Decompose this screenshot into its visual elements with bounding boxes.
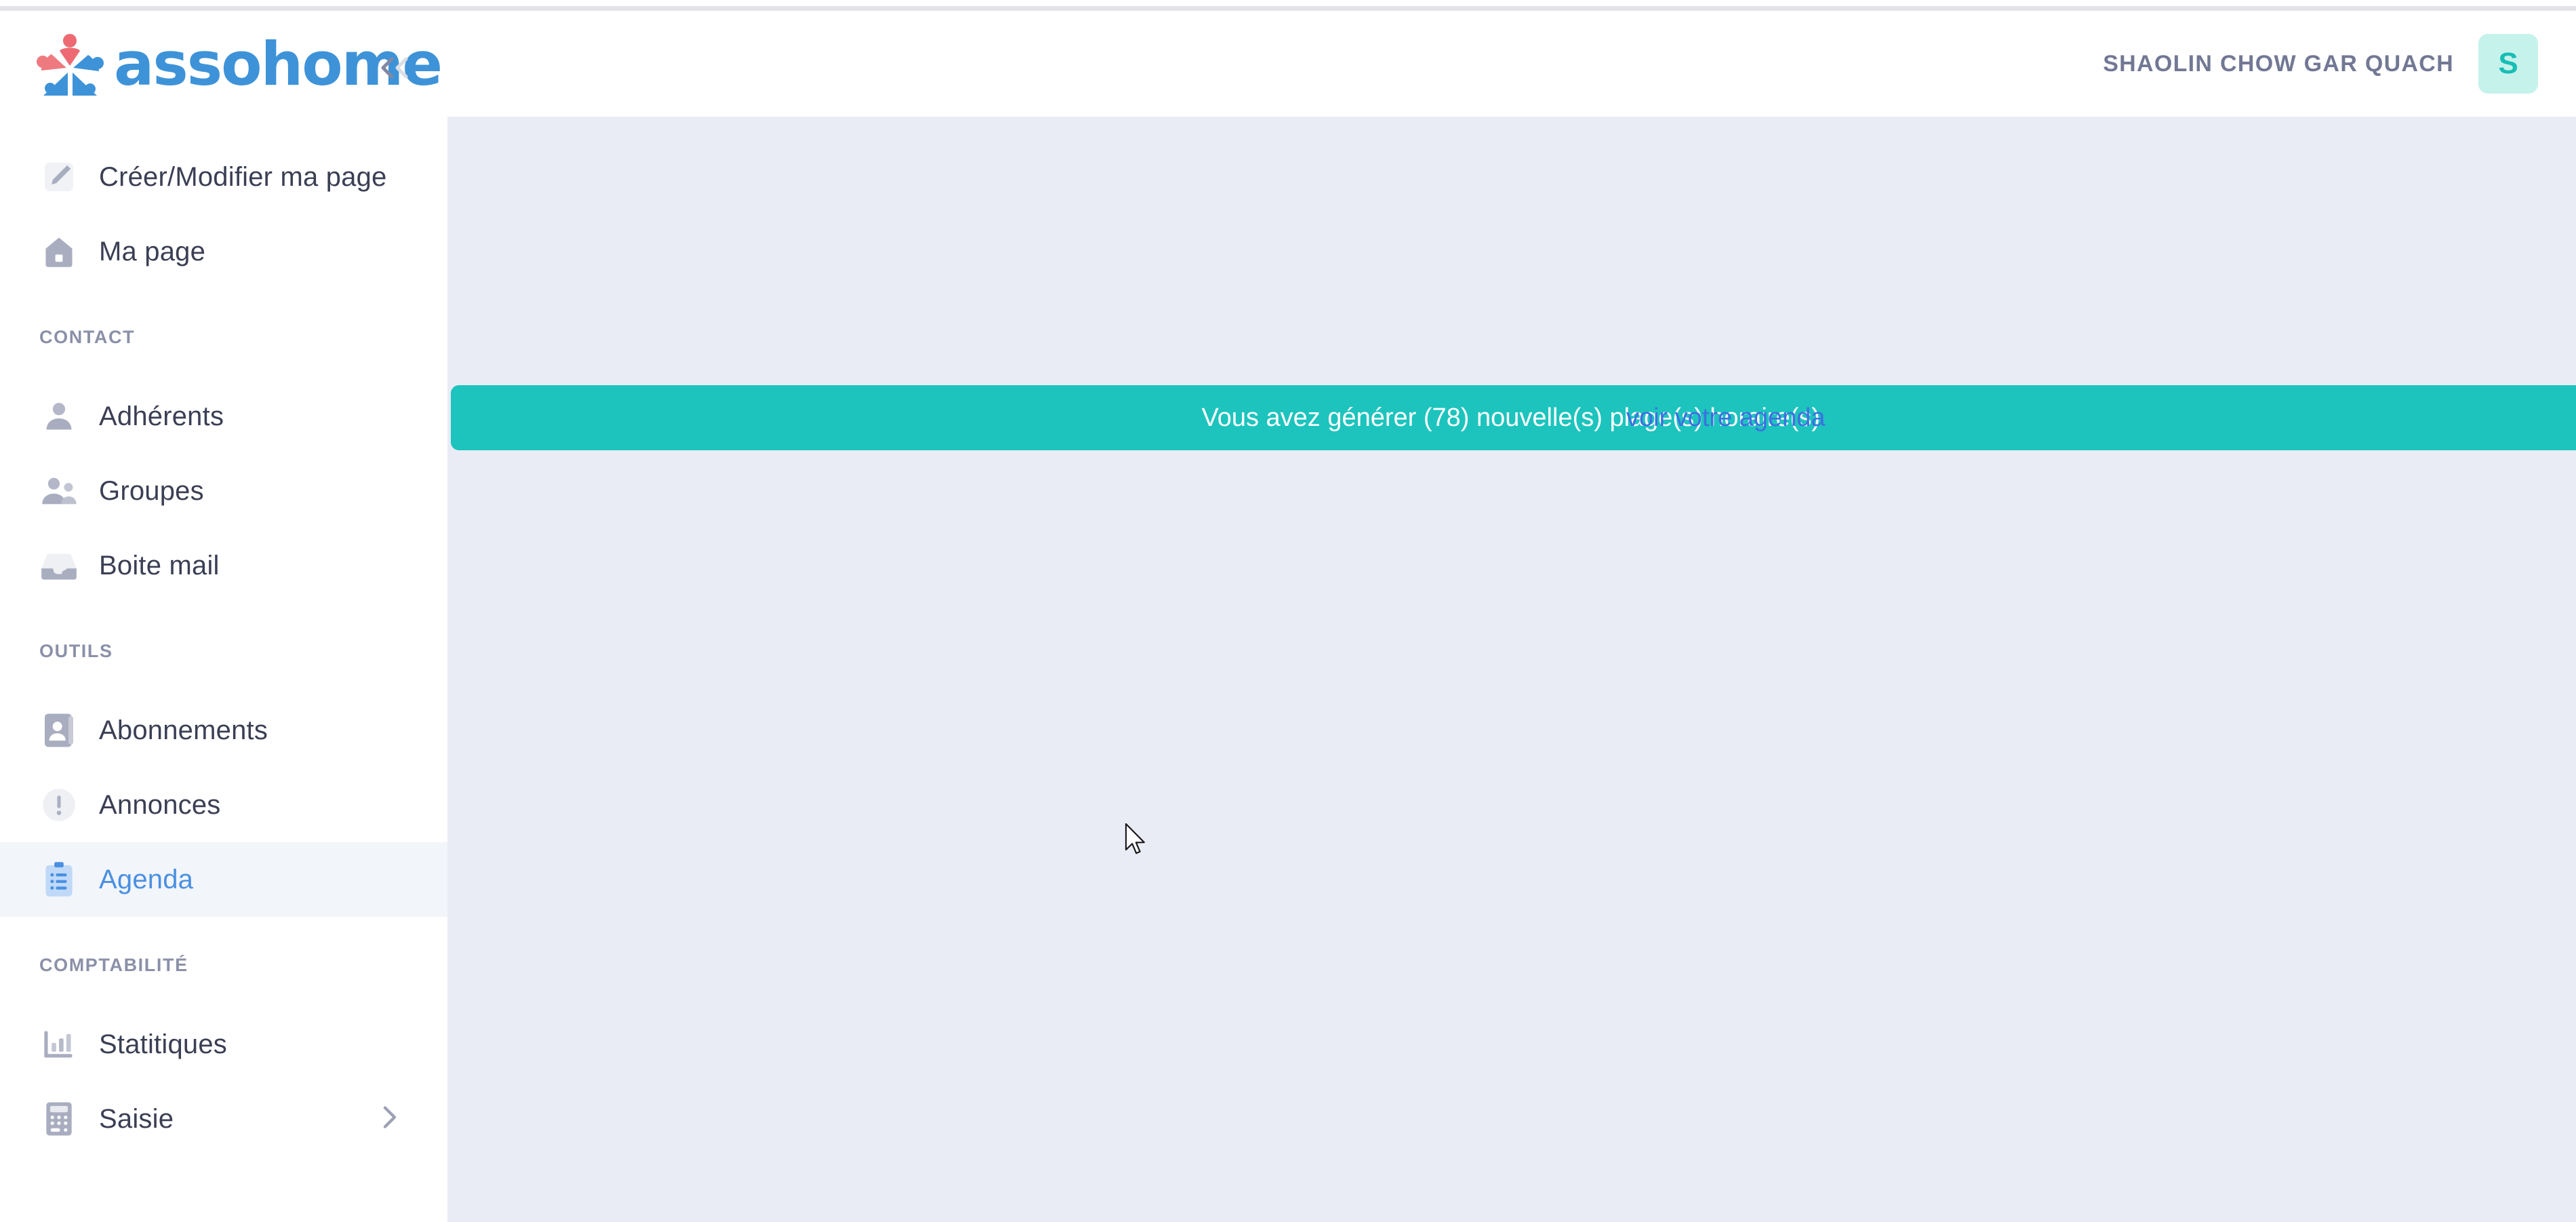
pencil-square-icon [38,156,80,198]
chevron-right-icon[interactable] [381,1104,399,1135]
sidebar-item-groupes[interactable]: Groupes [0,454,447,528]
sidebar-item-label: Statitiques [99,1029,227,1060]
avatar[interactable]: S [2478,34,2538,94]
account-name: SHAOLIN CHOW GAR QUACH [2103,51,2454,77]
bar-chart-icon [38,1023,80,1065]
sidebar-item-label: Agenda [99,865,193,895]
sidebar-item-saisie[interactable]: Saisie [0,1082,447,1156]
sidebar-item-label: Annonces [99,790,221,821]
sidebar-section-outils: OUTILS [0,641,447,662]
main-content: Vous avez générer (78) nouvelle(s) plage… [447,117,2576,1222]
top-header: SHAOLIN CHOW GAR QUACH S [447,11,2576,117]
sidebar-item-annonces[interactable]: Annonces [0,768,447,842]
sidebar-item-label: Ma page [99,237,205,267]
browser-chrome-edge [0,0,2576,6]
sidebar-item-creer-modifier-ma-page[interactable]: Créer/Modifier ma page [0,140,447,214]
view-agenda-link[interactable]: voir votre agenda [1626,403,1826,433]
sidebar-item-adherents[interactable]: Adhérents [0,379,447,454]
sidebar: assohome Créer/Modifier ma page [0,11,447,1222]
sidebar-item-statitiques[interactable]: Statitiques [0,1007,447,1082]
exclamation-circle-icon [38,784,80,826]
sidebar-nav: Créer/Modifier ma page Ma page CONTACT [0,140,447,1156]
sidebar-section-contact: CONTACT [0,327,447,348]
sidebar-item-label: Groupes [99,476,204,507]
person-icon [38,395,80,437]
sidebar-item-label: Saisie [99,1104,174,1135]
sidebar-collapse-button[interactable] [371,46,419,90]
clipboard-list-icon [38,859,80,901]
sidebar-item-agenda[interactable]: Agenda [0,842,447,917]
calculator-icon [38,1098,80,1140]
sidebar-item-label: Créer/Modifier ma page [99,162,387,193]
sidebar-item-boite-mail[interactable]: Boite mail [0,528,447,603]
assohome-people-logo-icon [33,32,107,97]
sidebar-section-comptabilite: COMPTABILITÉ [0,955,447,976]
inbox-tray-icon [38,545,80,587]
notification-banner: Vous avez générer (78) nouvelle(s) plage… [451,385,2576,450]
sidebar-item-label: Adhérents [99,401,224,432]
people-group-icon [38,470,80,512]
sidebar-item-abonnements[interactable]: Abonnements [0,693,447,768]
sidebar-item-ma-page[interactable]: Ma page [0,214,447,289]
home-icon [38,231,80,273]
double-chevron-left-icon [376,52,415,83]
app-root: assohome Créer/Modifier ma page [0,0,2576,1222]
contact-card-icon [38,709,80,751]
sidebar-item-label: Abonnements [99,715,268,746]
sidebar-item-label: Boite mail [99,551,220,581]
